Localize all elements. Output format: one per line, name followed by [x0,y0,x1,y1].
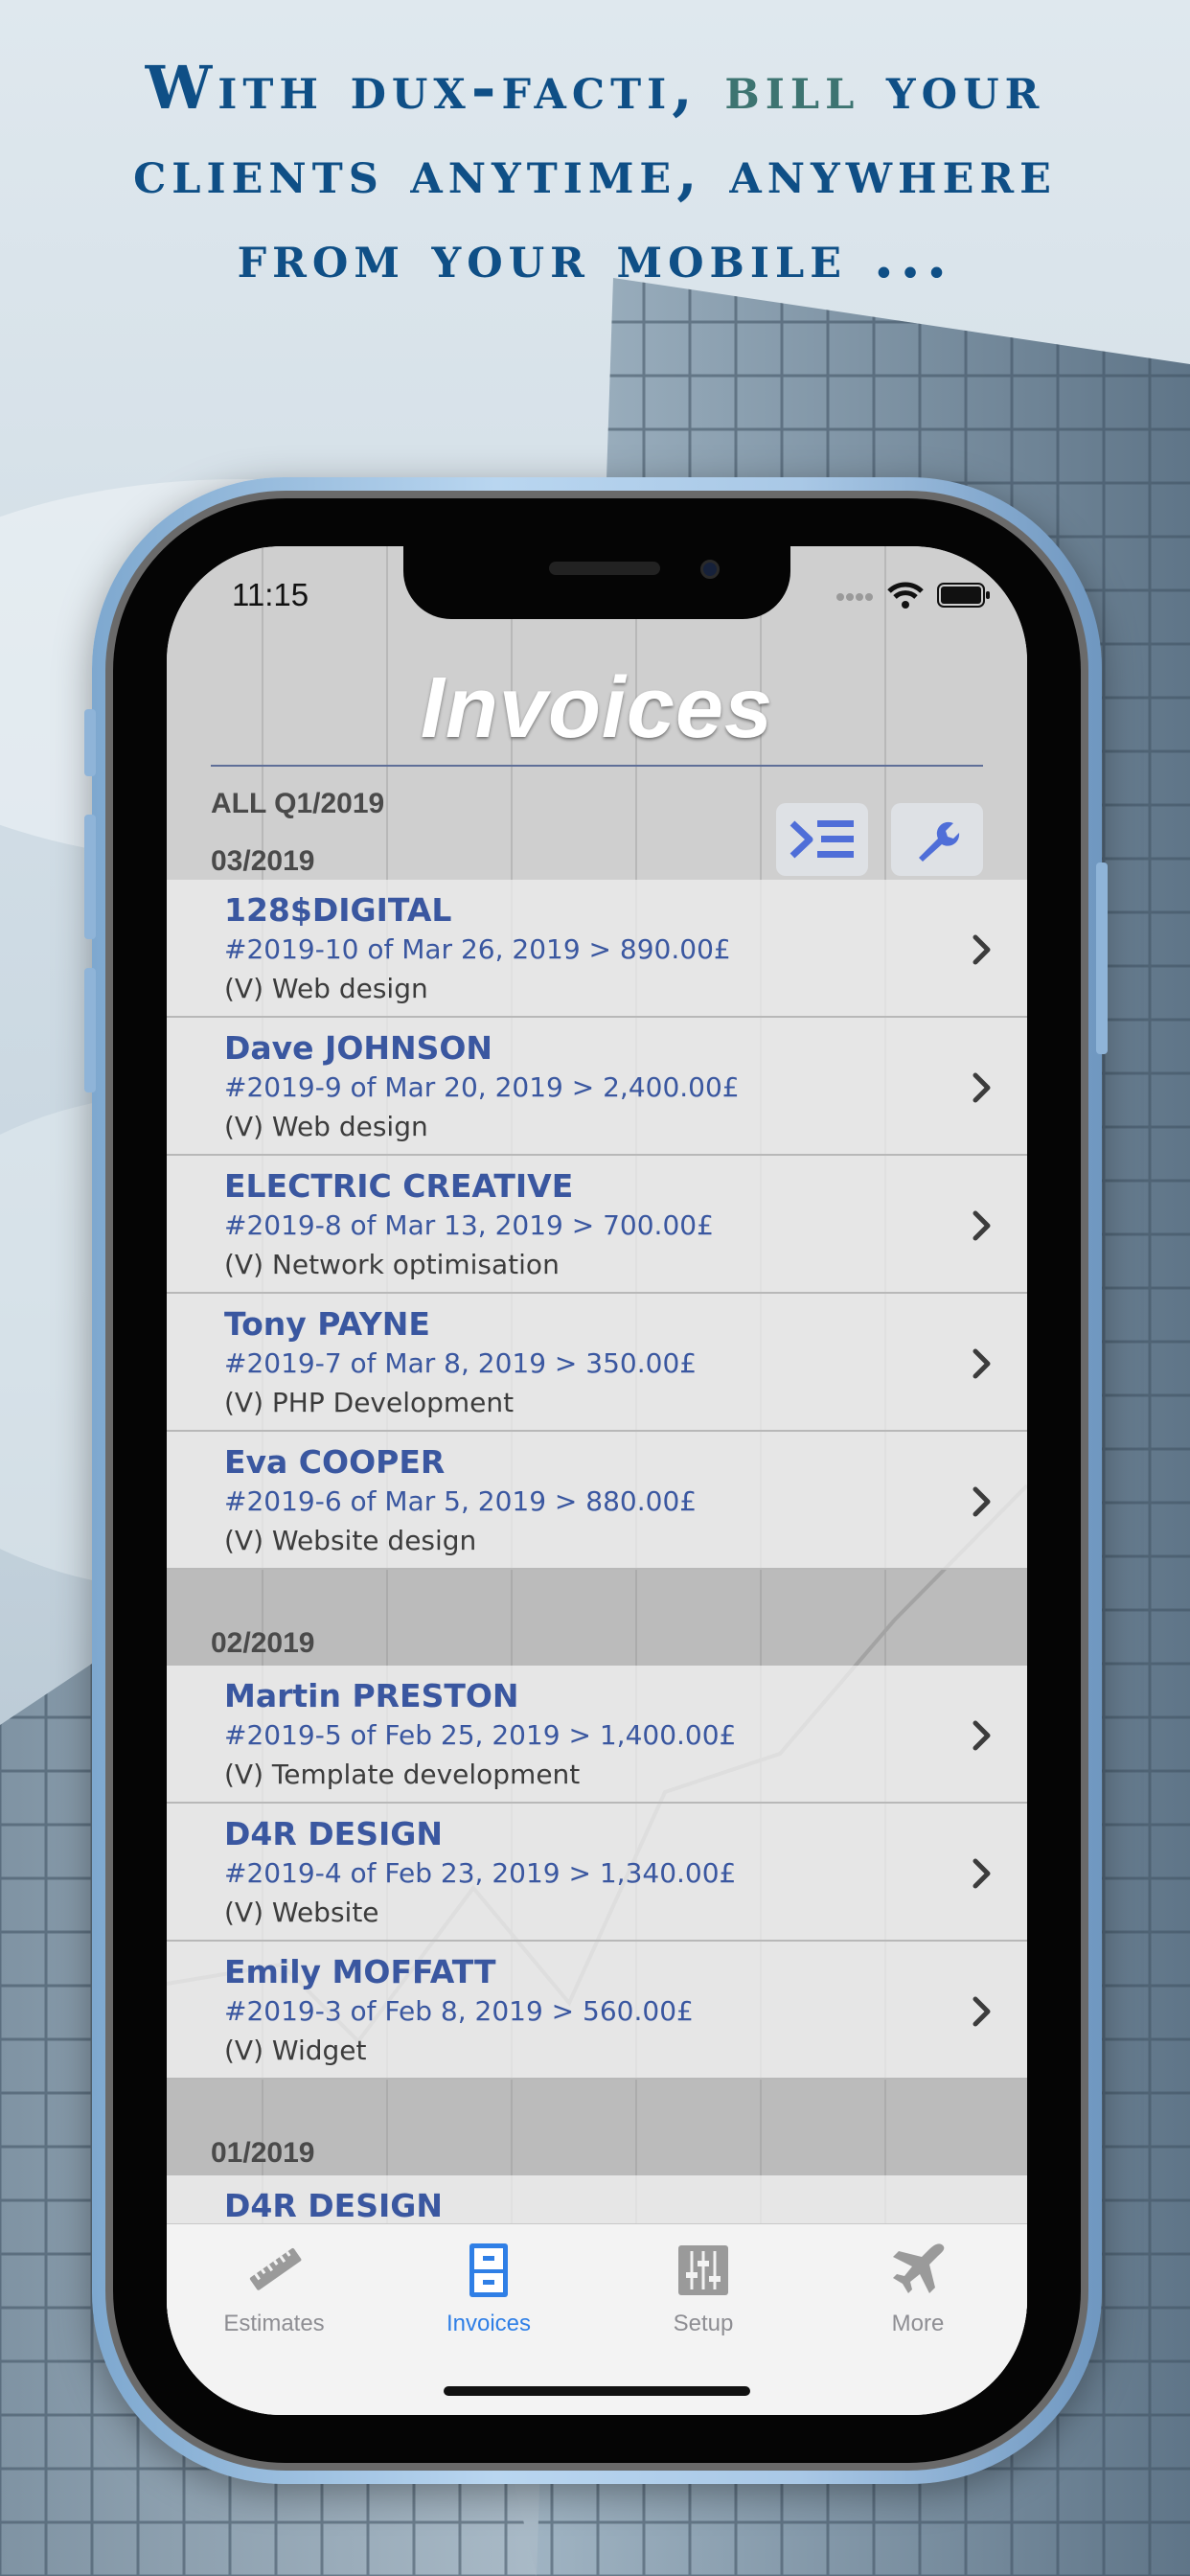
tab-estimates[interactable]: Estimates [167,2240,381,2337]
invoice-row[interactable]: Emily MOFFATT #2019-3 of Feb 8, 2019 > 56… [167,1942,1027,2080]
chevron-right-icon [973,1486,991,1517]
title-divider [211,765,983,767]
invoice-reference: #2019-4 of Feb 23, 2019 > 1,340.00£ [224,1857,737,1889]
client-name: ELECTRIC CREATIVE [224,1167,574,1205]
headline-accent: bill [724,53,860,123]
headline-part1: With dux-facti, [145,53,725,123]
mute-switch [84,709,96,776]
invoice-reference: #2019-5 of Feb 25, 2019 > 1,400.00£ [224,1719,737,1751]
invoice-description: (V) Website [224,1897,379,1928]
chevron-right-icon [973,1072,991,1103]
invoice-reference: #2019-7 of Mar 8, 2019 > 350.00£ [224,1347,698,1379]
client-name: Emily MOFFATT [224,1953,496,1990]
power-button [1096,862,1108,1054]
invoice-row[interactable]: Eva COOPER #2019-6 of Mar 5, 2019 > 880.0… [167,1432,1027,1570]
client-name: Tony PAYNE [224,1305,430,1343]
client-name: 128$DIGITAL [224,891,452,929]
cabinet-icon [469,2243,508,2297]
invoice-reference: #2019-6 of Mar 5, 2019 > 880.00£ [224,1485,698,1517]
tab-bar: Estimates Invoices Setup More [167,2223,1027,2415]
invoice-list[interactable]: 03/2019 128$DIGITAL #2019-10 of Mar 26, 20… [167,834,1027,2313]
invoice-description: (V) Network optimisation [224,1249,560,1280]
tab-estimates-label: Estimates [223,2311,325,2336]
airplane-icon [893,2243,945,2293]
client-name: Dave JOHNSON [224,1029,493,1067]
volume-up-button [84,815,96,939]
chevron-right-icon [973,934,991,965]
client-name: D4R DESIGN [224,2187,443,2224]
invoice-description: (V) Web design [224,973,428,1004]
invoice-description: (V) PHP Development [224,1387,515,1418]
tab-invoices-label: Invoices [446,2311,532,2336]
ruler-icon [249,2248,302,2290]
invoice-reference: #2019-8 of Mar 13, 2019 > 700.00£ [224,1209,714,1241]
chevron-right-icon [973,1996,991,2027]
section-header: 02/2019 [167,1570,1027,1666]
tab-setup[interactable]: Setup [596,2240,811,2337]
invoice-row[interactable]: ELECTRIC CREATIVE #2019-8 of Mar 13, 2019… [167,1156,1027,1294]
status-icons [835,579,991,611]
tab-invoices[interactable]: Invoices [381,2240,596,2337]
signal-icon [836,593,873,601]
invoice-description: (V) Template development [224,1759,581,1790]
sliders-icon [678,2245,728,2295]
app-screen: 11:15 Invoices ALL Q1/2019 03/2019 128$D… [167,546,1027,2415]
client-name: D4R DESIGN [224,1815,443,1852]
invoice-row[interactable]: Martin PRESTON #2019-5 of Feb 25, 2019 > … [167,1666,1027,1804]
wifi-icon [887,582,924,609]
invoice-reference: #2019-9 of Mar 20, 2019 > 2,400.00£ [224,1071,740,1103]
tab-more-label: More [891,2311,945,2336]
tab-more[interactable]: More [811,2240,1025,2337]
page-title: Invoices [420,660,774,756]
invoice-row[interactable]: Dave JOHNSON #2019-9 of Mar 20, 2019 > 2,… [167,1018,1027,1156]
tab-setup-label: Setup [673,2311,734,2336]
period-filter-label[interactable]: ALL Q1/2019 [211,788,384,820]
chevron-right-icon [973,1348,991,1379]
volume-down-button [84,968,96,1092]
invoice-description: (V) Web design [224,1111,428,1142]
chevron-right-icon [973,1858,991,1889]
section-header: 01/2019 [167,2080,1027,2175]
status-time: 11:15 [232,577,309,612]
device-notch [403,546,790,619]
home-indicator [444,2386,750,2396]
chevron-right-icon [973,1210,991,1241]
invoice-row[interactable]: 128$DIGITAL #2019-10 of Mar 26, 2019 > 89… [167,880,1027,1018]
battery-icon [937,583,990,608]
invoice-row[interactable]: D4R DESIGN #2019-4 of Feb 23, 2019 > 1,34… [167,1804,1027,1942]
invoice-row[interactable]: Tony PAYNE #2019-7 of Mar 8, 2019 > 350.0… [167,1294,1027,1432]
invoice-description: (V) Website design [224,1525,477,1556]
section-header: 03/2019 [211,845,315,877]
invoice-reference: #2019-3 of Feb 8, 2019 > 560.00£ [224,1995,694,2027]
client-name: Martin PRESTON [224,1677,519,1714]
chevron-right-icon [973,1720,991,1751]
client-name: Eva COOPER [224,1443,446,1481]
invoice-description: (V) Widget [224,2035,367,2066]
promo-headline: With dux-facti, bill your clients anytim… [38,46,1152,299]
invoice-reference: #2019-10 of Mar 26, 2019 > 890.00£ [224,933,731,965]
